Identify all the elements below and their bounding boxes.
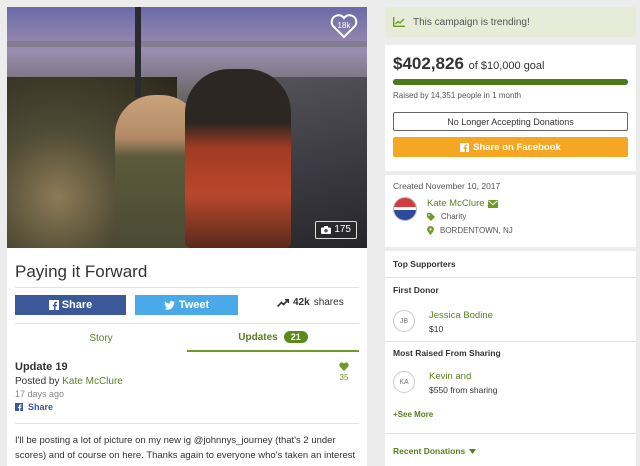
update-entry: Update 19 Posted by Kate McClure 17 days… — [15, 361, 359, 412]
heart-icon — [339, 362, 349, 371]
top-supporters-card: Top Supporters First Donor JB Jessica Bo… — [385, 251, 636, 466]
organizer-name: Kate McClure — [427, 198, 485, 209]
campaign-photo[interactable]: 18k 175 — [7, 7, 367, 248]
trending-arrow-icon — [277, 298, 289, 307]
see-more-link[interactable]: +See More — [393, 410, 433, 419]
divider — [385, 433, 636, 434]
trending-text: This campaign is trending! — [413, 16, 530, 28]
first-donor-name[interactable]: Jessica Bodine — [429, 310, 493, 321]
update-posted-by: Posted by Kate McClure — [15, 376, 359, 387]
posted-by-prefix: Posted by — [15, 376, 60, 387]
update-share-label: Share — [28, 402, 54, 412]
update-author-link[interactable]: Kate McClure — [62, 376, 123, 387]
facebook-icon — [15, 403, 23, 411]
trending-banner: This campaign is trending! — [385, 7, 636, 37]
recent-donations-toggle[interactable]: Recent Donations — [393, 446, 477, 456]
organizer-type-line: Charity — [427, 212, 466, 221]
organizer-avatar[interactable] — [393, 197, 417, 221]
photo-pole — [135, 7, 141, 97]
trending-chart-icon — [393, 17, 405, 27]
campaign-main: 18k 175 Paying it Forward Share Tweet 42… — [7, 7, 367, 466]
photo-gallery-button[interactable]: 175 — [315, 221, 357, 239]
photo-man — [185, 69, 291, 248]
facebook-icon — [460, 142, 470, 152]
campaign-title: Paying it Forward — [15, 262, 148, 281]
tag-icon — [427, 212, 435, 221]
organizer-link[interactable]: Kate McClure — [427, 198, 498, 209]
top-supporters-heading: Top Supporters — [393, 259, 456, 269]
caret-down-icon — [469, 448, 477, 454]
like-badge[interactable]: 18k — [330, 13, 358, 39]
photo-guardrail — [7, 41, 367, 47]
divider — [15, 287, 359, 288]
like-count: 18k — [337, 21, 351, 30]
shares-counter: 42k shares — [277, 297, 344, 308]
organizer-type: Charity — [441, 212, 467, 221]
facebook-icon — [48, 300, 59, 310]
tab-story[interactable]: Story — [15, 324, 187, 352]
tab-story-label: Story — [89, 332, 113, 344]
donor-avatar: KA — [393, 371, 415, 393]
divider — [15, 423, 359, 424]
facebook-share-button[interactable]: Share — [15, 295, 126, 315]
raised-amount: $402,826 — [393, 54, 464, 73]
most-raised-name[interactable]: Kevin and — [429, 371, 471, 382]
most-raised-amount: $550 from sharing — [429, 385, 498, 395]
photo-count-text: 175 — [334, 224, 351, 235]
created-date: Created November 10, 2017 — [393, 181, 501, 191]
first-donor-amount: $10 — [429, 324, 444, 334]
share-row: Share Tweet 42k shares — [15, 295, 359, 315]
see-more-label: See More — [397, 410, 434, 419]
facebook-share-label: Share — [61, 299, 93, 311]
first-donor-label: First Donor — [393, 285, 439, 295]
update-body-text: I'll be posting a lot of picture on my n… — [15, 435, 356, 466]
most-raised-label: Most Raised From Sharing — [393, 348, 501, 358]
update-title: Update 19 — [15, 361, 68, 373]
updates-count-badge: 21 — [283, 331, 308, 343]
share-on-facebook-label: Share on Facebook — [473, 141, 561, 153]
recent-donations-label: Recent Donations — [393, 446, 466, 456]
update-share-link[interactable]: Share — [15, 402, 359, 412]
donation-card: $402,826 of $10,000 goal Raised by 14,35… — [385, 45, 636, 171]
twitter-bird-icon — [164, 300, 175, 310]
shares-suffix: shares — [313, 297, 344, 308]
tab-updates[interactable]: Updates 21 — [187, 324, 359, 352]
divider — [385, 341, 636, 342]
organizer-card: Created November 10, 2017 Kate McClure C… — [385, 175, 636, 247]
raised-amount-line: $402,826 of $10,000 goal — [393, 54, 545, 74]
tweet-button[interactable]: Tweet — [135, 295, 238, 315]
no-longer-accepting-button[interactable]: No Longer Accepting Donations — [393, 112, 628, 131]
raised-meta: Raised by 14,351 people in 1 month — [393, 91, 522, 100]
update-heart-count: 35 — [339, 373, 349, 382]
progress-fill — [393, 79, 628, 85]
share-on-facebook-button[interactable]: Share on Facebook — [393, 137, 628, 157]
tab-updates-label: Updates — [238, 331, 278, 343]
update-heart-button[interactable]: 35 — [337, 362, 351, 382]
donor-avatar: JB — [393, 310, 415, 332]
content-tabs: Story Updates 21 — [15, 324, 359, 352]
envelope-icon[interactable] — [487, 199, 498, 208]
tweet-label: Tweet — [178, 299, 210, 311]
organizer-location-line: BORDENTOWN, NJ — [427, 226, 513, 235]
map-pin-icon — [427, 226, 434, 235]
organizer-location: BORDENTOWN, NJ — [440, 226, 513, 235]
camera-icon — [321, 226, 332, 234]
divider — [385, 277, 636, 278]
shares-count: 42k — [293, 297, 310, 308]
update-age: 17 days ago — [15, 389, 65, 399]
progress-bar — [393, 79, 628, 85]
campaign-sidebar: This campaign is trending! $402,826 of $… — [385, 7, 636, 466]
goal-text: of $10,000 goal — [468, 60, 545, 72]
